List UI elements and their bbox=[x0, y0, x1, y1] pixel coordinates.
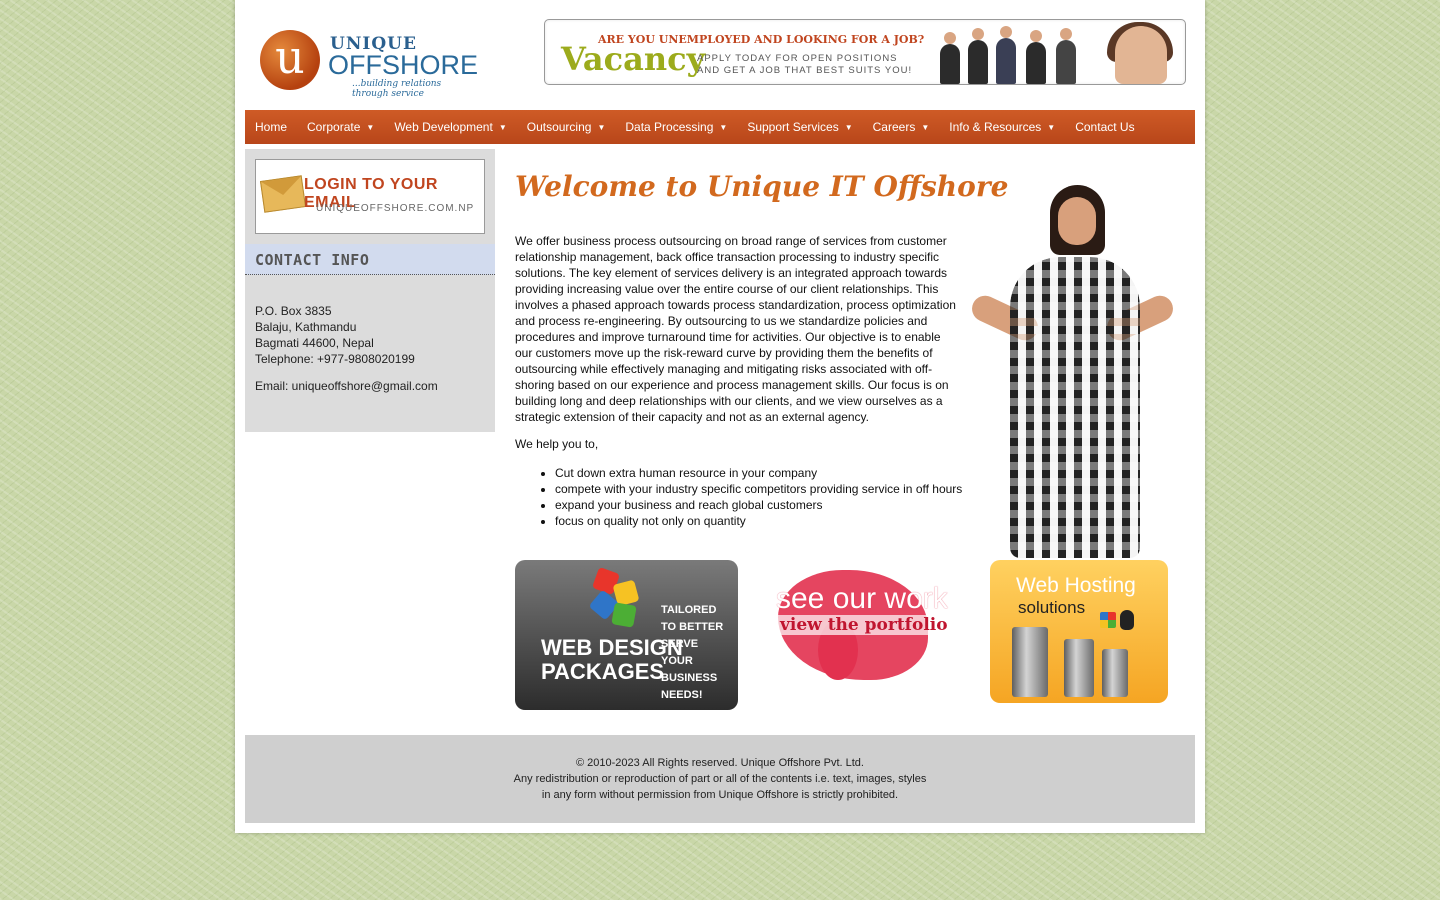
contact-info-heading: CONTACT INFO bbox=[245, 244, 495, 275]
web-design-tagline: TAILORED TO BETTER SERVE YOUR BUSINESS N… bbox=[661, 604, 724, 701]
nav-label: Outsourcing bbox=[526, 120, 592, 134]
woman-face bbox=[1115, 26, 1167, 84]
address-line: P.O. Box 3835 bbox=[255, 304, 332, 318]
nav-label: Corporate bbox=[307, 120, 361, 134]
list-item: expand your business and reach global cu… bbox=[555, 497, 975, 513]
portfolio-see-text: see our work bbox=[776, 582, 948, 615]
portfolio-view-text: view the portfolio bbox=[778, 615, 950, 635]
linux-penguin-icon bbox=[1120, 610, 1134, 630]
logo-petal-green bbox=[611, 602, 637, 628]
banner-people-image bbox=[930, 22, 1185, 84]
nav-home[interactable]: Home bbox=[245, 120, 297, 134]
web-hosting-banner[interactable]: Web Hosting solutions bbox=[990, 560, 1168, 703]
vacancy-banner[interactable]: ARE YOU UNEMPLOYED AND LOOKING FOR A JOB… bbox=[544, 19, 1186, 85]
nav-label: Support Services bbox=[747, 120, 839, 134]
help-list: Cut down extra human resource in your co… bbox=[515, 465, 975, 529]
person-figure bbox=[1056, 28, 1076, 84]
nav-careers[interactable]: Careers ▼ bbox=[863, 120, 940, 134]
address-line: Bagmati 44600, Nepal bbox=[255, 336, 374, 350]
caret-down-icon: ▼ bbox=[719, 122, 728, 132]
server-icon bbox=[1012, 627, 1048, 697]
sidebar: LOGIN TO YOUR EMAIL UNIQUEOFFSHORE.COM.N… bbox=[245, 149, 495, 432]
nav-web-development[interactable]: Web Development ▼ bbox=[384, 120, 516, 134]
nav-label: Data Processing bbox=[625, 120, 714, 134]
person-figure bbox=[1026, 30, 1046, 84]
nav-label: Careers bbox=[872, 120, 916, 134]
email-login-button[interactable]: LOGIN TO YOUR EMAIL UNIQUEOFFSHORE.COM.N… bbox=[255, 159, 485, 234]
welcome-heading: Welcome to Unique IT Offshore bbox=[515, 170, 1009, 203]
nav-corporate[interactable]: Corporate ▼ bbox=[297, 120, 384, 134]
banner-subline-2: AND GET A JOB THAT BEST SUITS YOU! bbox=[697, 65, 913, 76]
footer-copyright: © 2010-2023 All Rights reserved. Unique … bbox=[576, 757, 864, 769]
footer: © 2010-2023 All Rights reserved. Unique … bbox=[245, 735, 1195, 823]
banner-subline-1: APPLY TODAY FOR OPEN POSITIONS bbox=[697, 53, 898, 64]
footer-notice-2: in any form without permission from Uniq… bbox=[541, 789, 899, 801]
person-figure bbox=[968, 28, 988, 84]
intro-paragraph: We offer business process outsourcing on… bbox=[515, 234, 956, 424]
windows-logo-icon bbox=[1100, 612, 1116, 628]
nav-contact-us[interactable]: Contact Us bbox=[1065, 120, 1144, 134]
face-shape bbox=[1058, 197, 1096, 245]
hosting-subtitle: solutions bbox=[1018, 598, 1086, 617]
portfolio-banner[interactable]: see our work view the portfolio bbox=[758, 560, 971, 710]
contact-email: Email: uniqueoffshore@gmail.com bbox=[255, 379, 438, 393]
list-item: focus on quality not only on quantity bbox=[555, 513, 975, 529]
banner-subtext: APPLY TODAY FOR OPEN POSITIONS AND GET A… bbox=[697, 53, 937, 77]
server-icon bbox=[1064, 639, 1094, 697]
contact-heading-text: CONTACT INFO bbox=[255, 251, 370, 269]
nav-support-services[interactable]: Support Services ▼ bbox=[737, 120, 862, 134]
list-item: Cut down extra human resource in your co… bbox=[555, 465, 975, 481]
footer-notice-1: Any redistribution or reproduction of pa… bbox=[513, 773, 927, 785]
logo-emblem: u bbox=[260, 30, 320, 90]
server-icon bbox=[1102, 649, 1128, 697]
logo-name-bottom: OFFSHORE bbox=[328, 50, 479, 80]
contact-address: P.O. Box 3835 Balaju, Kathmandu Bagmati … bbox=[255, 303, 415, 367]
login-domain: UNIQUEOFFSHORE.COM.NP bbox=[316, 203, 475, 214]
site-logo[interactable]: u UNIQUE OFFSHORE ...building relations … bbox=[260, 28, 478, 99]
logo-tagline: ...building relations through service bbox=[352, 79, 442, 99]
support-agent-image bbox=[955, 175, 1185, 558]
banner-title: Vacancy bbox=[561, 40, 706, 78]
person-figure bbox=[996, 26, 1016, 84]
nav-label: Web Development bbox=[394, 120, 493, 134]
page-container: u UNIQUE OFFSHORE ...building relations … bbox=[235, 0, 1205, 833]
main-nav: Home Corporate ▼ Web Development ▼ Outsour… bbox=[245, 110, 1195, 144]
caret-down-icon: ▼ bbox=[498, 122, 507, 132]
nav-label: Info & Resources bbox=[949, 120, 1042, 134]
hosting-title: Web Hosting bbox=[1016, 574, 1136, 597]
address-line: Balaju, Kathmandu bbox=[255, 320, 357, 334]
caret-down-icon: ▼ bbox=[597, 122, 606, 132]
caret-down-icon: ▼ bbox=[1047, 122, 1056, 132]
help-intro: We help you to, bbox=[515, 437, 599, 451]
web-design-title-2: PACKAGES bbox=[541, 659, 665, 684]
person-figure bbox=[940, 32, 960, 84]
nav-label: Contact Us bbox=[1075, 120, 1135, 134]
envelope-icon bbox=[259, 175, 307, 213]
web-design-packages-banner[interactable]: WEB DESIGN PACKAGES TAILORED TO BETTER S… bbox=[515, 560, 738, 710]
nav-data-processing[interactable]: Data Processing ▼ bbox=[615, 120, 737, 134]
caret-down-icon: ▼ bbox=[366, 122, 375, 132]
nav-outsourcing[interactable]: Outsourcing ▼ bbox=[517, 120, 616, 134]
nav-label: Home bbox=[255, 120, 288, 134]
telephone: Telephone: +977-9808020199 bbox=[255, 352, 415, 366]
nav-info-resources[interactable]: Info & Resources ▼ bbox=[939, 120, 1065, 134]
caret-down-icon: ▼ bbox=[844, 122, 853, 132]
list-item: compete with your industry specific comp… bbox=[555, 481, 975, 497]
dress-shape bbox=[1010, 257, 1140, 558]
caret-down-icon: ▼ bbox=[921, 122, 930, 132]
